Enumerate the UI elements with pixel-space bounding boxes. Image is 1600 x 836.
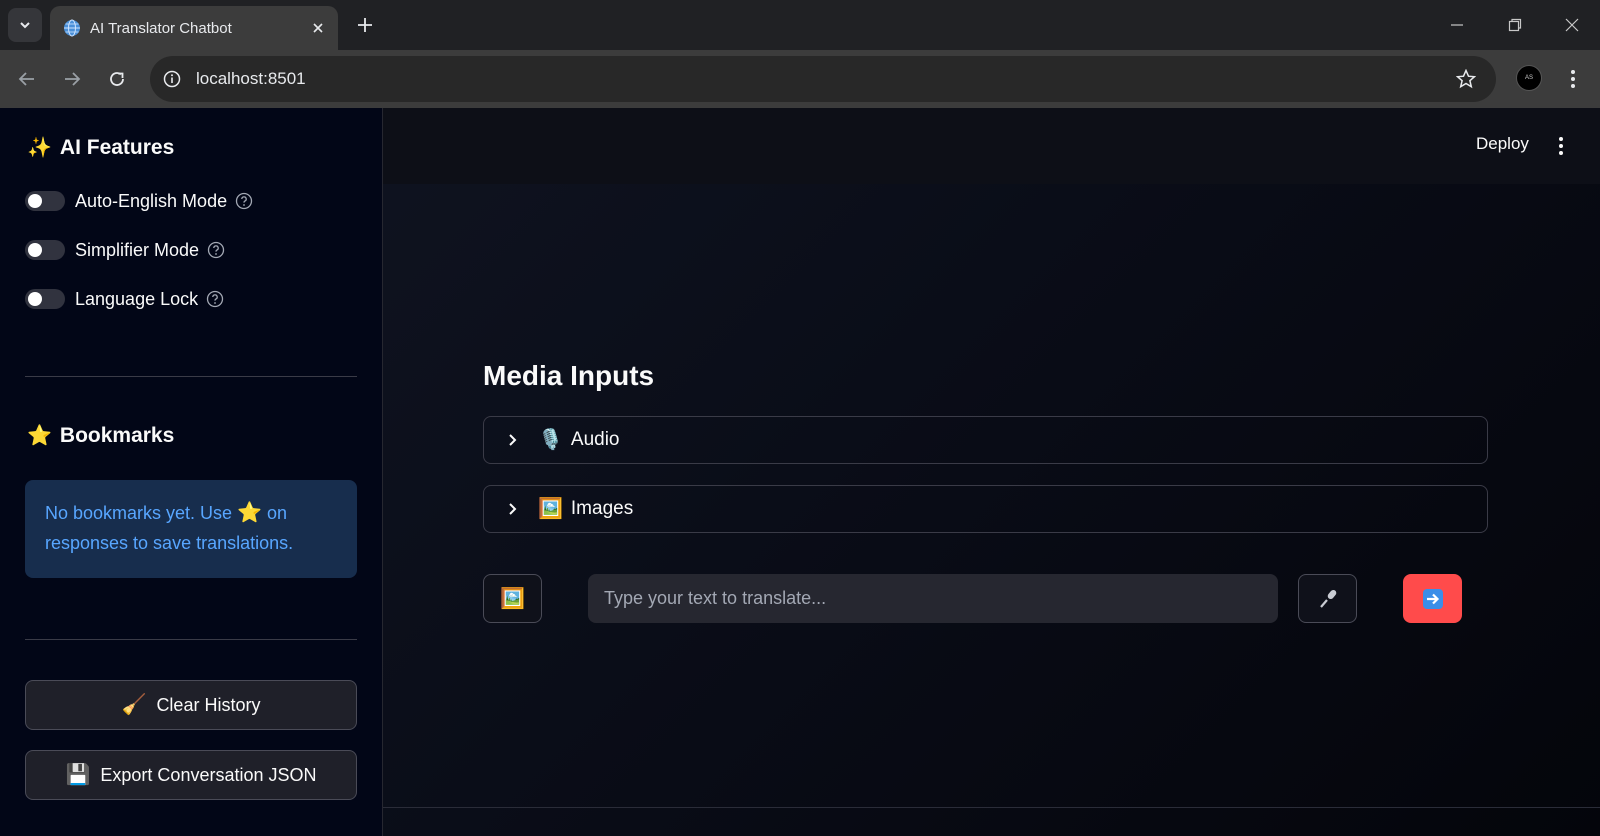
clear-history-button[interactable]: 🧹 Clear History [25, 680, 357, 730]
media-inputs-title: Media Inputs [483, 360, 655, 391]
images-expander[interactable]: 🖼️ Images [483, 485, 1488, 533]
close-icon [313, 23, 323, 33]
clear-history-label: Clear History [156, 694, 261, 715]
send-translate-button[interactable] [1403, 574, 1462, 623]
bookmarks-title: Bookmarks [59, 424, 175, 447]
ai-features-title: AI Features [59, 136, 175, 159]
bookmarks-empty-info: No bookmarks yet. Use ⭐ on responses to … [25, 480, 357, 578]
star-icon: ⭐ [237, 502, 262, 524]
tab-close-button[interactable] [308, 18, 328, 38]
framed-picture-icon: 🖼️ [500, 587, 525, 610]
microphone-button[interactable] [1298, 574, 1357, 623]
help-icon[interactable] [235, 192, 253, 210]
chevron-right-icon [504, 431, 522, 449]
toggle-label: Auto-English Mode [75, 190, 228, 211]
help-icon[interactable] [206, 290, 224, 308]
more-vertical-icon [1559, 137, 1563, 155]
close-icon [1565, 18, 1579, 32]
forward-button[interactable] [57, 64, 87, 94]
toggle-label: Language Lock [75, 288, 199, 309]
sidebar: ✨ AI Features Auto-English Mode Simplifi… [0, 108, 383, 836]
toggle-switch[interactable] [25, 191, 65, 211]
bottom-divider [383, 807, 1600, 808]
sparkles-icon: ✨ [27, 137, 52, 159]
star-outline-icon [1456, 69, 1476, 89]
sidebar-divider [25, 376, 357, 377]
more-vertical-icon [1571, 70, 1575, 88]
microphone-icon [1319, 589, 1336, 608]
star-icon: ⭐ [27, 425, 52, 447]
globe-icon [64, 19, 80, 37]
toggle-label: Simplifier Mode [75, 239, 200, 260]
app-menu-button[interactable] [1551, 132, 1571, 160]
export-json-button[interactable]: 💾 Export Conversation JSON [25, 750, 357, 800]
translate-text-input[interactable] [588, 574, 1278, 623]
help-icon[interactable] [207, 241, 225, 259]
app-header: Deploy [383, 108, 1600, 184]
microphone-icon: 🎙️ [538, 429, 563, 451]
address-bar[interactable]: localhost:8501 [150, 56, 1496, 102]
tab-search-button[interactable] [8, 8, 42, 42]
reload-button[interactable] [102, 64, 132, 94]
floppy-disk-icon: 💾 [65, 764, 91, 786]
browser-tabbar: AI Translator Chatbot [0, 0, 1600, 50]
arrow-right-icon [1422, 588, 1443, 609]
export-label: Export Conversation JSON [100, 764, 317, 785]
reload-icon [110, 72, 124, 86]
site-info-icon[interactable] [162, 69, 182, 89]
plus-icon [358, 18, 372, 32]
back-button[interactable] [12, 64, 42, 94]
chevron-right-icon [504, 500, 522, 518]
toggle-auto-english[interactable]: Auto-English Mode [25, 188, 253, 214]
new-tab-button[interactable] [352, 12, 378, 38]
tab-title: AI Translator Chatbot [90, 19, 232, 37]
browser-tab[interactable]: AI Translator Chatbot [50, 6, 338, 50]
restore-icon [1508, 18, 1522, 32]
toggle-switch[interactable] [25, 289, 65, 309]
images-expander-label: Images [570, 498, 634, 519]
minimize-button[interactable] [1442, 12, 1472, 38]
profile-avatar[interactable]: AS [1516, 65, 1542, 91]
arrow-right-icon [65, 72, 81, 86]
url-text: localhost:8501 [196, 69, 306, 88]
image-upload-button[interactable]: 🖼️ [483, 574, 542, 623]
deploy-button[interactable]: Deploy [1476, 134, 1529, 154]
bookmarks-heading: ⭐ Bookmarks [27, 424, 174, 448]
toggle-switch[interactable] [25, 240, 65, 260]
browser-menu-button[interactable] [1562, 65, 1584, 93]
browser-toolbar: localhost:8501 AS [0, 50, 1600, 108]
minimize-icon [1451, 24, 1463, 26]
audio-expander-label: Audio [570, 429, 620, 450]
close-window-button[interactable] [1557, 12, 1587, 38]
restore-button[interactable] [1500, 12, 1530, 38]
bookmarks-info-text-start: No bookmarks yet. Use [45, 503, 233, 523]
audio-expander[interactable]: 🎙️ Audio [483, 416, 1488, 464]
sidebar-divider [25, 639, 357, 640]
bookmark-star-button[interactable] [1454, 67, 1478, 91]
framed-picture-icon: 🖼️ [538, 498, 563, 520]
broom-icon: 🧹 [121, 694, 147, 716]
arrow-left-icon [18, 72, 34, 86]
chevron-down-icon [20, 22, 30, 29]
main-content: Deploy Media Inputs 🎙️ Audio 🖼️ Images 🖼… [383, 108, 1600, 836]
toggle-language-lock[interactable]: Language Lock [25, 286, 224, 312]
ai-features-heading: ✨ AI Features [27, 136, 174, 160]
toggle-simplifier[interactable]: Simplifier Mode [25, 237, 225, 263]
